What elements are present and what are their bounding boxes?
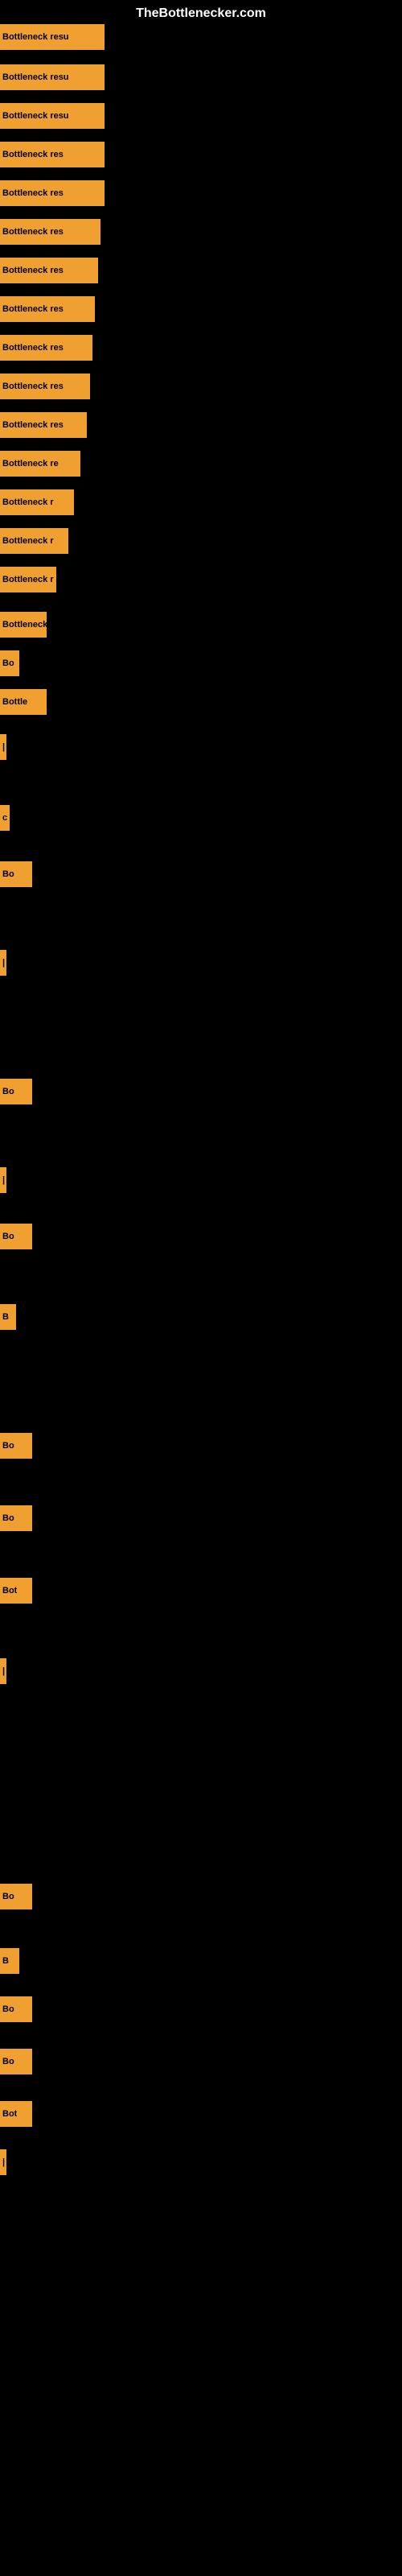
bar-label-27: Bo: [2, 1441, 14, 1451]
bar-item-24: |: [0, 1167, 6, 1193]
bar-item-19: |: [0, 734, 6, 760]
bar-label-18: Bottle: [2, 697, 27, 707]
bar-label-10: Bottleneck res: [2, 382, 64, 391]
bar-item-32: B: [0, 1948, 19, 1974]
bar-label-30: |: [2, 1666, 5, 1676]
bar-label-6: Bottleneck res: [2, 227, 64, 237]
bar-item-6: Bottleneck res: [0, 219, 100, 245]
bar-label-31: Bo: [2, 1892, 14, 1901]
bar-label-9: Bottleneck res: [2, 343, 64, 353]
bar-item-28: Bo: [0, 1505, 32, 1531]
bar-label-19: |: [2, 742, 5, 752]
bar-label-7: Bottleneck res: [2, 266, 64, 275]
bar-item-20: c: [0, 805, 10, 831]
bar-item-33: Bo: [0, 1996, 32, 2022]
bar-label-21: Bo: [2, 869, 14, 879]
bar-label-28: Bo: [2, 1513, 14, 1523]
bar-label-34: Bo: [2, 2057, 14, 2066]
bar-label-13: Bottleneck r: [2, 497, 54, 507]
bar-item-5: Bottleneck res: [0, 180, 105, 206]
bar-item-7: Bottleneck res: [0, 258, 98, 283]
bar-item-12: Bottleneck re: [0, 451, 80, 477]
bar-label-29: Bot: [2, 1586, 17, 1596]
bar-item-31: Bo: [0, 1884, 32, 1909]
bar-label-14: Bottleneck r: [2, 536, 54, 546]
bar-item-27: Bo: [0, 1433, 32, 1459]
bar-item-9: Bottleneck res: [0, 335, 92, 361]
bar-item-21: Bo: [0, 861, 32, 887]
bar-label-26: B: [2, 1312, 9, 1322]
bar-item-18: Bottle: [0, 689, 47, 715]
bar-label-12: Bottleneck re: [2, 459, 59, 469]
bar-label-3: Bottleneck resu: [2, 111, 69, 121]
bar-item-29: Bot: [0, 1578, 32, 1604]
bar-label-5: Bottleneck res: [2, 188, 64, 198]
bar-label-24: |: [2, 1175, 5, 1185]
bar-item-10: Bottleneck res: [0, 374, 90, 399]
bar-label-25: Bo: [2, 1232, 14, 1241]
bar-item-34: Bo: [0, 2049, 32, 2074]
bar-item-11: Bottleneck res: [0, 412, 87, 438]
bar-label-11: Bottleneck res: [2, 420, 64, 430]
bar-item-1: Bottleneck resu: [0, 24, 105, 50]
bar-label-8: Bottleneck res: [2, 304, 64, 314]
bar-item-30: |: [0, 1658, 6, 1684]
bar-label-32: B: [2, 1956, 9, 1966]
bar-label-2: Bottleneck resu: [2, 72, 69, 82]
bar-label-1: Bottleneck resu: [2, 32, 69, 42]
bar-label-4: Bottleneck res: [2, 150, 64, 159]
bar-label-22: |: [2, 958, 5, 968]
bar-item-15: Bottleneck r: [0, 567, 56, 592]
bar-label-16: Bottleneck res: [2, 620, 47, 630]
bar-label-33: Bo: [2, 2004, 14, 2014]
bar-item-4: Bottleneck res: [0, 142, 105, 167]
bar-item-25: Bo: [0, 1224, 32, 1249]
bar-label-17: Bo: [2, 658, 14, 668]
bar-label-23: Bo: [2, 1087, 14, 1096]
bar-label-15: Bottleneck r: [2, 575, 54, 584]
bar-label-35: Bot: [2, 2109, 17, 2119]
bar-item-23: Bo: [0, 1079, 32, 1104]
bar-item-2: Bottleneck resu: [0, 64, 105, 90]
bar-item-26: B: [0, 1304, 16, 1330]
bar-item-17: Bo: [0, 650, 19, 676]
bar-label-20: c: [2, 813, 7, 823]
bar-item-8: Bottleneck res: [0, 296, 95, 322]
bar-label-36: |: [2, 2157, 5, 2167]
bar-item-14: Bottleneck r: [0, 528, 68, 554]
bar-item-35: Bot: [0, 2101, 32, 2127]
bar-item-13: Bottleneck r: [0, 489, 74, 515]
bar-item-16: Bottleneck res: [0, 612, 47, 638]
bar-item-3: Bottleneck resu: [0, 103, 105, 129]
bar-item-22: |: [0, 950, 6, 976]
bar-item-36: |: [0, 2149, 6, 2175]
